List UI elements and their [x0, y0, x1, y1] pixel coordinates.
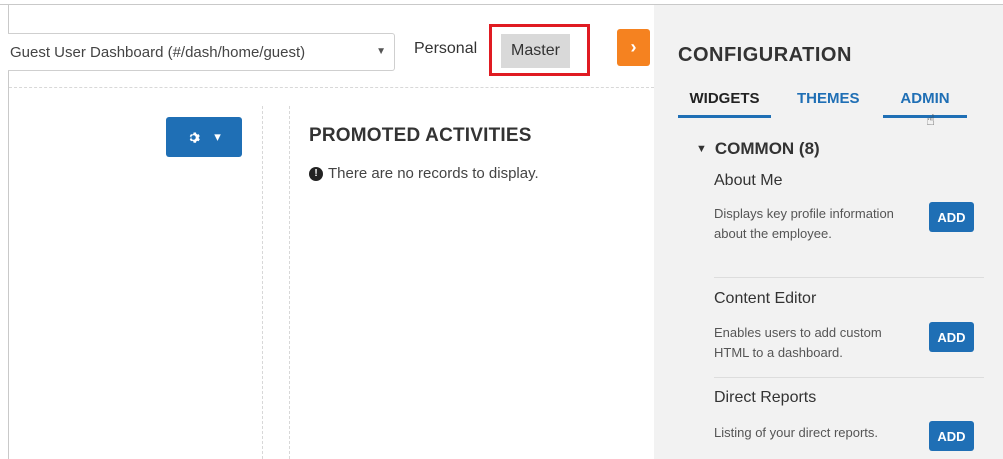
widget-direct-reports-name: Direct Reports: [714, 389, 817, 406]
hand-cursor-icon: ☝: [926, 112, 936, 129]
configuration-title: CONFIGURATION: [678, 44, 852, 66]
dashboard-select-value: Guest User Dashboard (#/dash/home/guest): [10, 43, 306, 61]
toolbar-divider: [9, 87, 654, 88]
widget-about-me-description: Displays key profile information about t…: [714, 206, 894, 241]
promoted-empty-message: ! There are no records to display.: [309, 165, 539, 182]
tab-themes[interactable]: THEMES: [797, 90, 860, 115]
widget-settings-button[interactable]: ▾: [166, 117, 242, 157]
widget-direct-reports-description: Listing of your direct reports.: [714, 425, 879, 440]
add-direct-reports-button[interactable]: ADD: [929, 421, 974, 451]
master-highlight-box: [489, 24, 590, 76]
section-common-toggle[interactable]: ▼ COMMON (8): [696, 139, 820, 159]
add-about-me-button[interactable]: ADD: [929, 202, 974, 232]
personal-button[interactable]: Personal: [414, 40, 477, 58]
section-common-label: COMMON (8): [714, 139, 820, 158]
caret-down-icon: ▾: [214, 129, 221, 144]
app-window: Guest User Dashboard (#/dash/home/guest)…: [0, 0, 1003, 459]
widget-content-editor-name: Content Editor: [714, 290, 817, 307]
promoted-activities-title: PROMOTED ACTIVITIES: [309, 125, 532, 146]
widget-about-me-name: About Me: [714, 172, 783, 189]
dashboard-select[interactable]: Guest User Dashboard (#/dash/home/guest)…: [8, 33, 395, 71]
empty-text: There are no records to display.: [328, 165, 539, 182]
left-border: [8, 4, 9, 459]
caret-down-icon: ▼: [696, 143, 707, 155]
configuration-panel: CONFIGURATION WIDGETS THEMES ADMIN ☝ ▼ C…: [654, 5, 1003, 459]
column-divider: [262, 106, 263, 459]
widget-separator: [714, 277, 984, 278]
widget-content-editor-description: Enables users to add custom HTML to a da…: [714, 325, 882, 360]
exclamation-icon: !: [309, 166, 323, 181]
column-divider: [289, 106, 290, 459]
tab-widgets[interactable]: WIDGETS: [678, 90, 771, 118]
add-content-editor-button[interactable]: ADD: [929, 322, 974, 352]
panel-toggle-button[interactable]: ›: [617, 29, 650, 66]
gear-icon: [189, 132, 201, 143]
chevron-right-icon: ›: [630, 37, 637, 57]
select-caret-icon: ▼: [376, 46, 386, 57]
tab-admin[interactable]: ADMIN: [883, 90, 967, 118]
widget-separator: [714, 377, 984, 378]
